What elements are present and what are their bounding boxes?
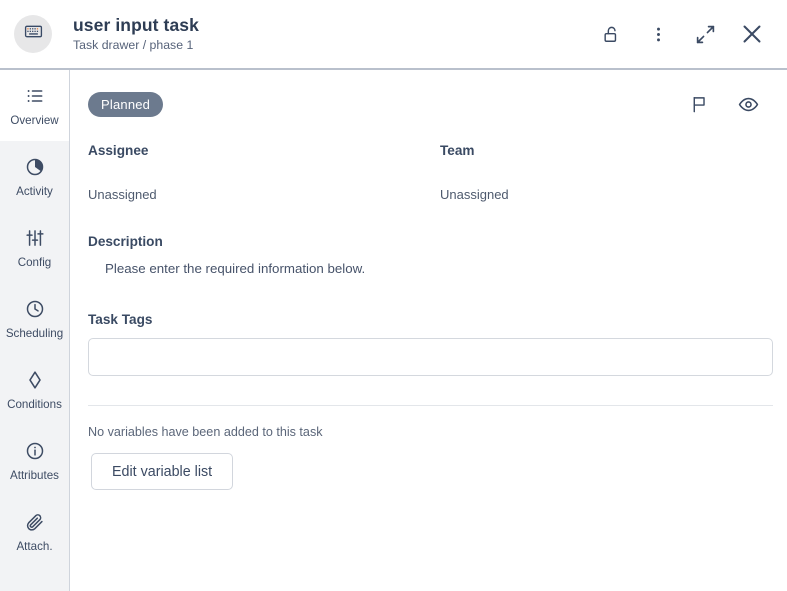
list-icon	[25, 85, 45, 107]
paperclip-icon	[25, 511, 45, 533]
description-section: Description Please enter the required in…	[88, 233, 771, 278]
task-tags-section: Task Tags	[88, 311, 773, 376]
edit-variable-list-button[interactable]: Edit variable list	[91, 453, 234, 490]
status-actions	[688, 93, 759, 115]
task-drawer-window: user input task Task drawer / phase 1 Ov…	[0, 0, 787, 591]
sidebar-item-label: Config	[17, 255, 52, 269]
assignee-label: Assignee	[88, 143, 149, 158]
sidebar-item-label: Activity	[16, 184, 53, 198]
keyboard-icon	[24, 22, 43, 46]
avatar	[14, 15, 52, 53]
status-badge[interactable]: Planned	[88, 91, 164, 117]
pie-chart-icon	[25, 156, 45, 178]
sidebar-item-attachments[interactable]: Attach.	[0, 496, 69, 567]
description-label: Description	[88, 234, 163, 249]
breadcrumb: Task drawer / phase 1	[73, 38, 194, 52]
sidebar-item-label: Scheduling	[5, 326, 64, 340]
drawer-header: user input task Task drawer / phase 1	[0, 0, 787, 70]
eye-icon[interactable]	[737, 93, 759, 115]
sidebar-item-label: Overview	[10, 113, 59, 127]
clock-icon	[25, 298, 45, 320]
variables-empty-message: No variables have been added to this tas…	[88, 425, 323, 439]
team-value[interactable]: Unassigned	[440, 186, 787, 203]
more-vertical-icon[interactable]	[645, 21, 671, 47]
sidebar-item-label: Attributes	[10, 468, 59, 482]
unlock-icon[interactable]	[598, 21, 624, 47]
section-divider	[88, 405, 773, 406]
description-text: Please enter the required information be…	[105, 261, 366, 276]
sidebar-item-label: Conditions	[7, 397, 62, 411]
header-title-group: user input task Task drawer / phase 1	[73, 14, 598, 54]
info-icon	[25, 440, 45, 462]
task-tags-input[interactable]	[88, 338, 773, 376]
task-tags-label: Task Tags	[88, 312, 153, 327]
page-title: user input task	[73, 15, 199, 35]
sidebar-item-activity[interactable]: Activity	[0, 141, 69, 212]
assignee-field: Assignee Unassigned	[88, 142, 440, 203]
sidebar-item-conditions[interactable]: Conditions	[0, 354, 69, 425]
drawer-body: Overview Activity Config Scheduling Cond…	[0, 70, 787, 591]
sidebar-item-config[interactable]: Config	[0, 212, 69, 283]
sidebar: Overview Activity Config Scheduling Cond…	[0, 70, 70, 591]
team-field: Team Unassigned	[440, 142, 787, 203]
sliders-icon	[25, 227, 45, 249]
assignee-value[interactable]: Unassigned	[88, 186, 440, 203]
expand-icon[interactable]	[692, 21, 718, 47]
sidebar-item-attributes[interactable]: Attributes	[0, 425, 69, 496]
sidebar-item-label: Attach.	[16, 539, 53, 553]
close-icon[interactable]	[739, 21, 765, 47]
people-fields: Assignee Unassigned Team Unassigned	[88, 142, 771, 203]
sidebar-item-overview[interactable]: Overview	[0, 70, 69, 141]
team-label: Team	[440, 143, 475, 158]
diamond-icon	[25, 369, 45, 391]
status-row: Planned	[88, 88, 771, 120]
header-actions	[598, 21, 765, 47]
sidebar-item-scheduling[interactable]: Scheduling	[0, 283, 69, 354]
flag-icon[interactable]	[688, 93, 710, 115]
overview-panel: Planned Assignee Unassigned Team Unassig…	[70, 70, 787, 591]
